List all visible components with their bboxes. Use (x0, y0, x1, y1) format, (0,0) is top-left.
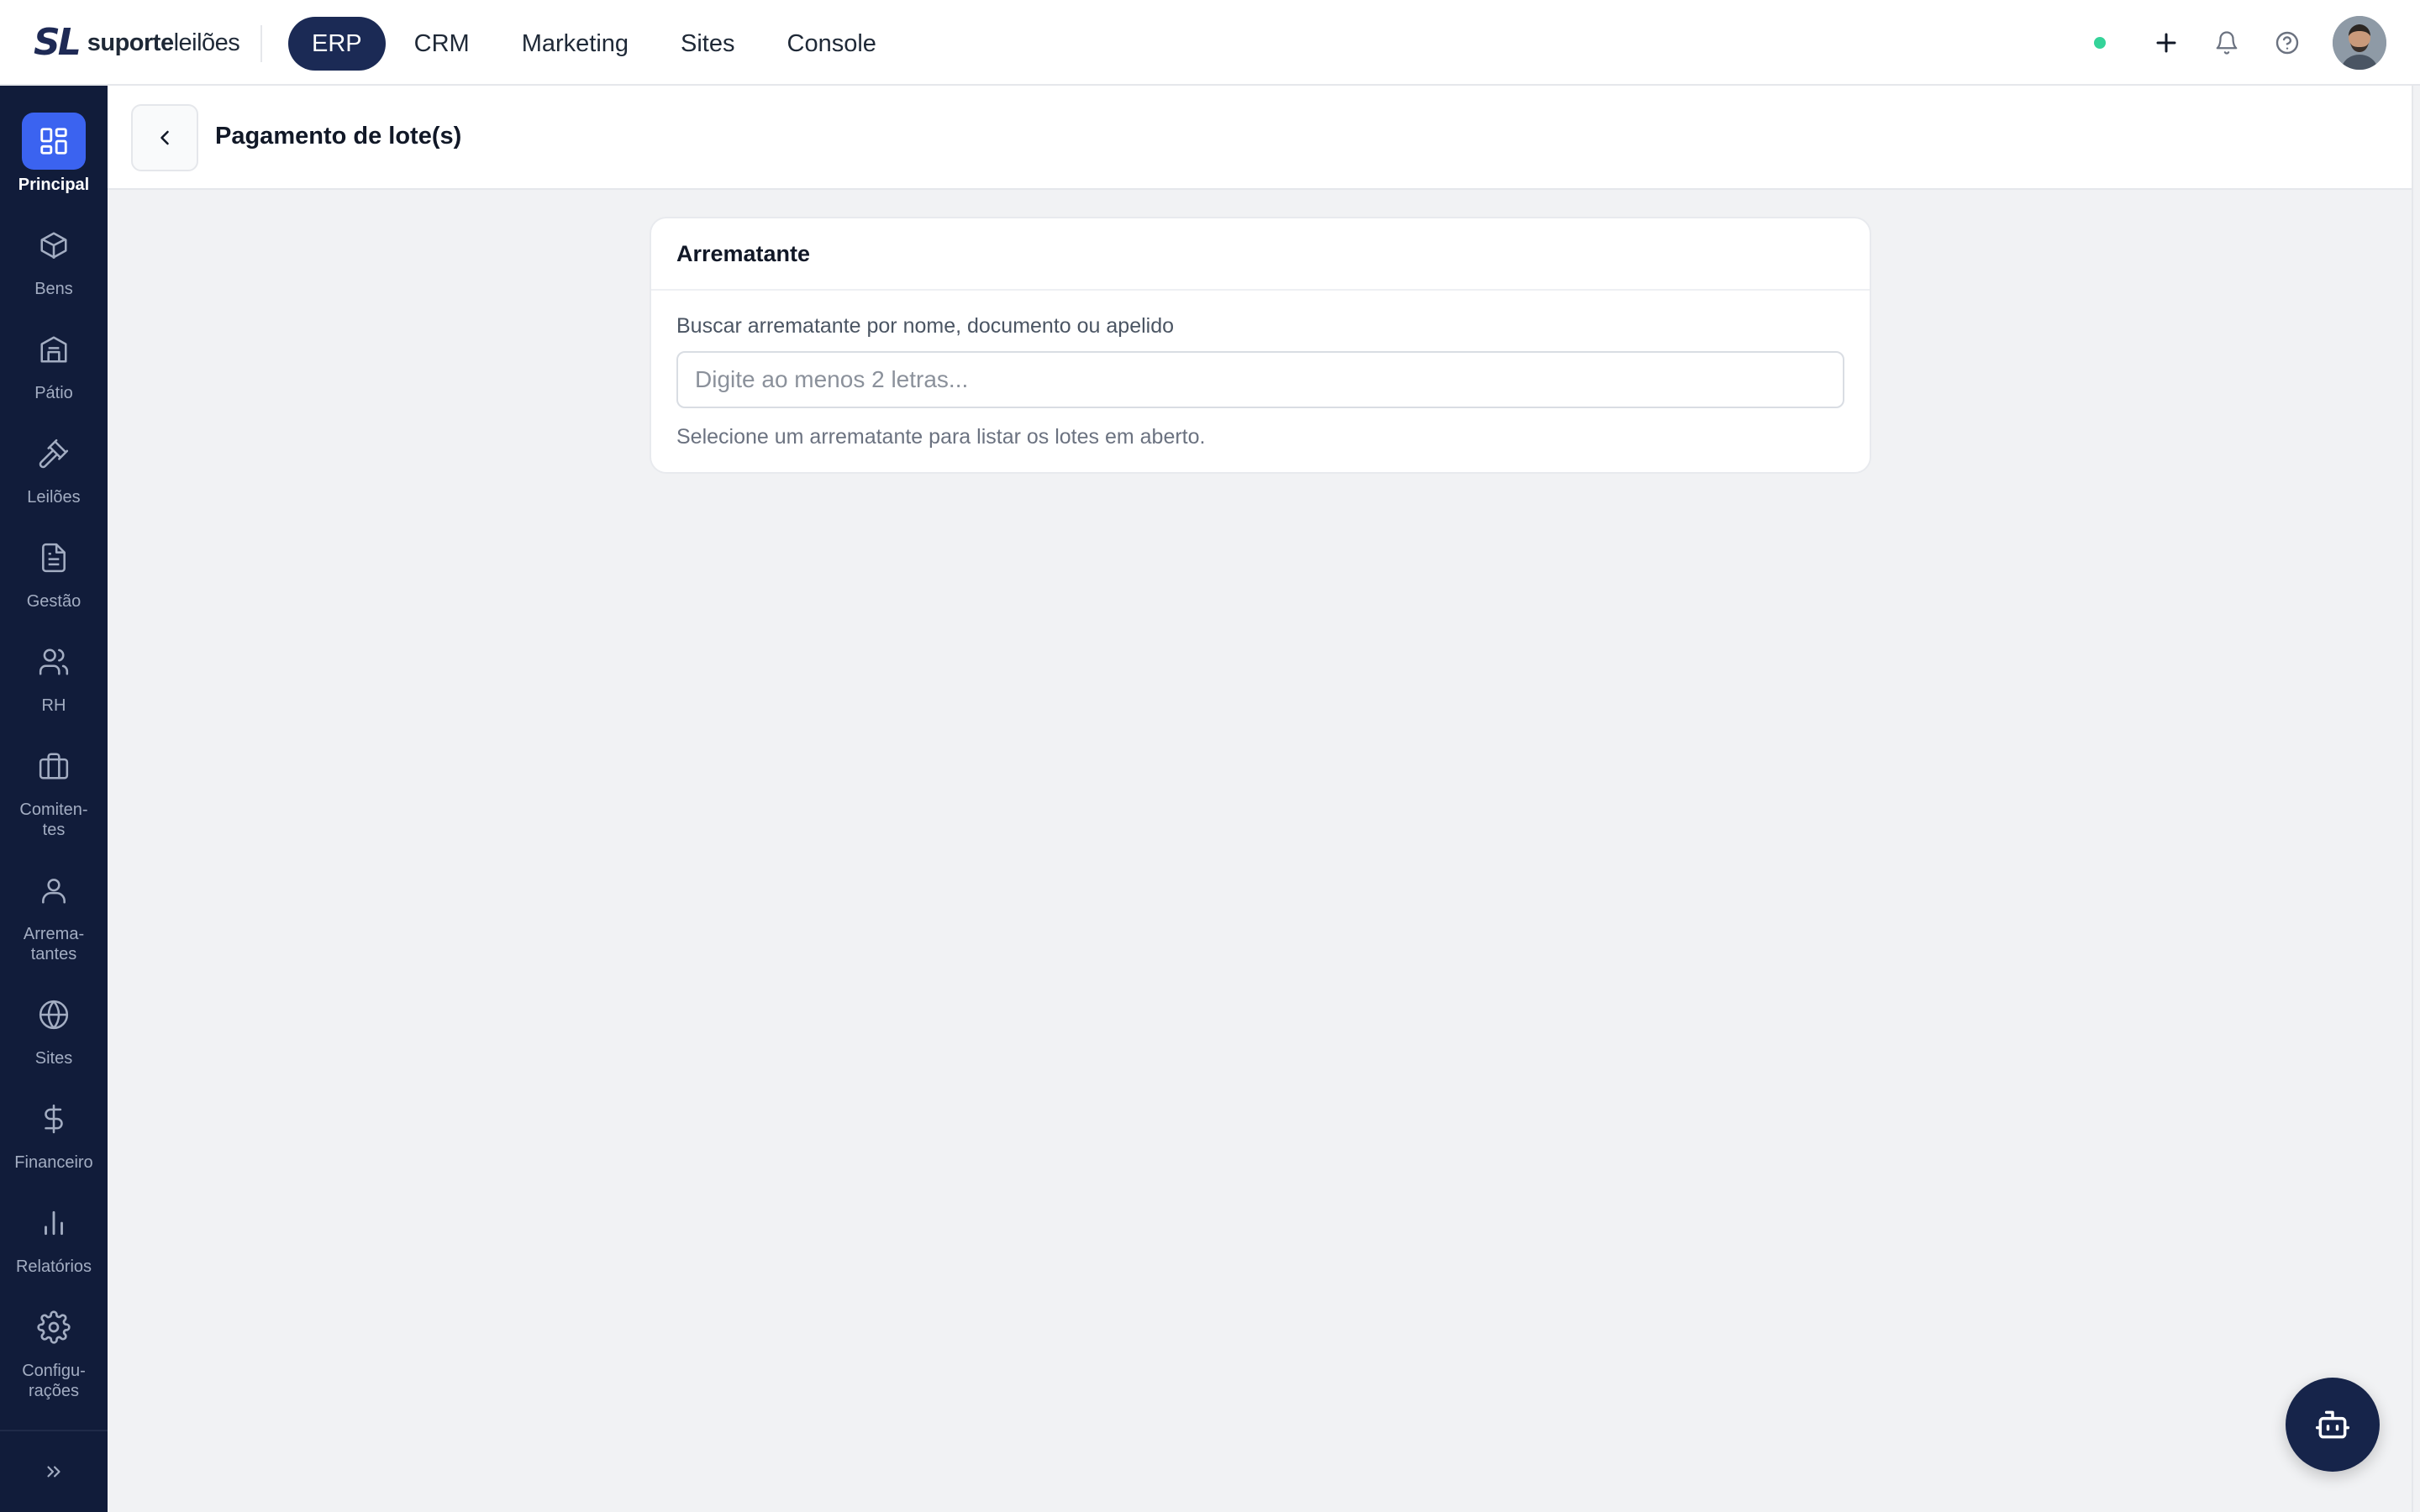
bot-icon (2315, 1410, 2350, 1439)
sidebar-item-relatorios[interactable]: Relatórios (0, 1194, 108, 1277)
sidebar-item-comitentes[interactable]: Comiten- tes (0, 738, 108, 840)
back-button[interactable] (131, 104, 198, 171)
dollar-icon (22, 1090, 86, 1147)
sidebar-item-sites[interactable]: Sites (0, 986, 108, 1068)
bell-icon[interactable] (2207, 23, 2247, 63)
sidebar-item-label: Principal (18, 176, 90, 194)
sidebar-item-label: RH (41, 696, 66, 715)
sidebar-divider (0, 1430, 108, 1431)
chevrons-right-icon[interactable] (37, 1455, 71, 1488)
sidebar-item-label: Arrema- tantes (23, 925, 85, 963)
top-actions (2094, 16, 2386, 70)
sidebar-item-label: Pátio (34, 384, 73, 402)
sidebar-item-label: Relatórios (15, 1257, 92, 1276)
right-rail (2412, 86, 2420, 1512)
search-label: Buscar arrematante por nome, documento o… (676, 314, 1175, 338)
sidebar-item-label: Configu- rações (22, 1362, 86, 1400)
sidebar-item-label: Sites (34, 1049, 73, 1068)
gavel-icon (22, 425, 86, 482)
tab-erp[interactable]: ERP (288, 17, 386, 71)
search-input[interactable] (676, 351, 1844, 408)
sidebar-item-rh[interactable]: RH (0, 633, 108, 716)
sidebar-item-financeiro[interactable]: Financeiro (0, 1090, 108, 1173)
sidebar-item-patio[interactable]: Pátio (0, 321, 108, 403)
top-nav: ERP CRM Marketing Sites Console (288, 17, 905, 71)
chevron-left-icon (160, 130, 169, 145)
building-icon (22, 321, 86, 378)
bar-chart-icon (22, 1194, 86, 1252)
user-avatar[interactable] (2333, 16, 2386, 70)
tab-console[interactable]: Console (764, 17, 900, 71)
box-icon (22, 217, 86, 274)
card-title: Arrematante (676, 240, 811, 266)
document-icon (22, 529, 86, 586)
sidebar: Principal Bens Pátio Leilões Gestão RH C… (0, 86, 108, 1512)
tab-marketing[interactable]: Marketing (498, 17, 652, 71)
plus-icon[interactable] (2146, 23, 2186, 63)
tab-sites[interactable]: Sites (657, 17, 758, 71)
sidebar-item-gestao[interactable]: Gestão (0, 529, 108, 612)
top-bar: SL suporteleilões ERP CRM Marketing Site… (0, 0, 2420, 86)
sidebar-item-leiloes[interactable]: Leilões (0, 425, 108, 507)
arrematante-card: Arrematante Buscar arrematante por nome,… (650, 217, 1871, 474)
user-icon (22, 862, 86, 919)
brand-logo[interactable]: SL suporteleilões (34, 21, 240, 64)
sidebar-item-label: Financeiro (14, 1153, 93, 1172)
grid-icon (22, 113, 86, 170)
sidebar-item-arrematantes[interactable]: Arrema- tantes (0, 862, 108, 964)
briefcase-icon (22, 738, 86, 795)
top-divider (260, 25, 262, 62)
sidebar-item-label: Leilões (27, 488, 81, 507)
globe-icon (22, 986, 86, 1043)
sidebar-item-label: Comiten- tes (19, 801, 88, 839)
card-header: Arrematante (651, 218, 1870, 291)
sidebar-item-configuracoes[interactable]: Configu- rações (0, 1299, 108, 1401)
page-title: Pagamento de lote(s) (215, 123, 462, 150)
help-icon[interactable] (2267, 23, 2307, 63)
sidebar-item-bens[interactable]: Bens (0, 217, 108, 299)
tab-crm[interactable]: CRM (391, 17, 493, 71)
users-icon (22, 633, 86, 690)
gear-icon (22, 1299, 86, 1356)
sidebar-item-principal[interactable]: Principal (0, 113, 108, 195)
logo-mark: SL (34, 21, 82, 64)
sidebar-item-label: Bens (34, 280, 73, 298)
sidebar-item-label: Gestão (26, 592, 82, 611)
status-indicator (2094, 37, 2106, 49)
page-header: Pagamento de lote(s) (108, 86, 2412, 190)
logo-text: suporteleilões (87, 29, 240, 56)
assistant-button[interactable] (2286, 1378, 2380, 1472)
helper-text: Selecione um arrematante para listar os … (676, 425, 1206, 449)
